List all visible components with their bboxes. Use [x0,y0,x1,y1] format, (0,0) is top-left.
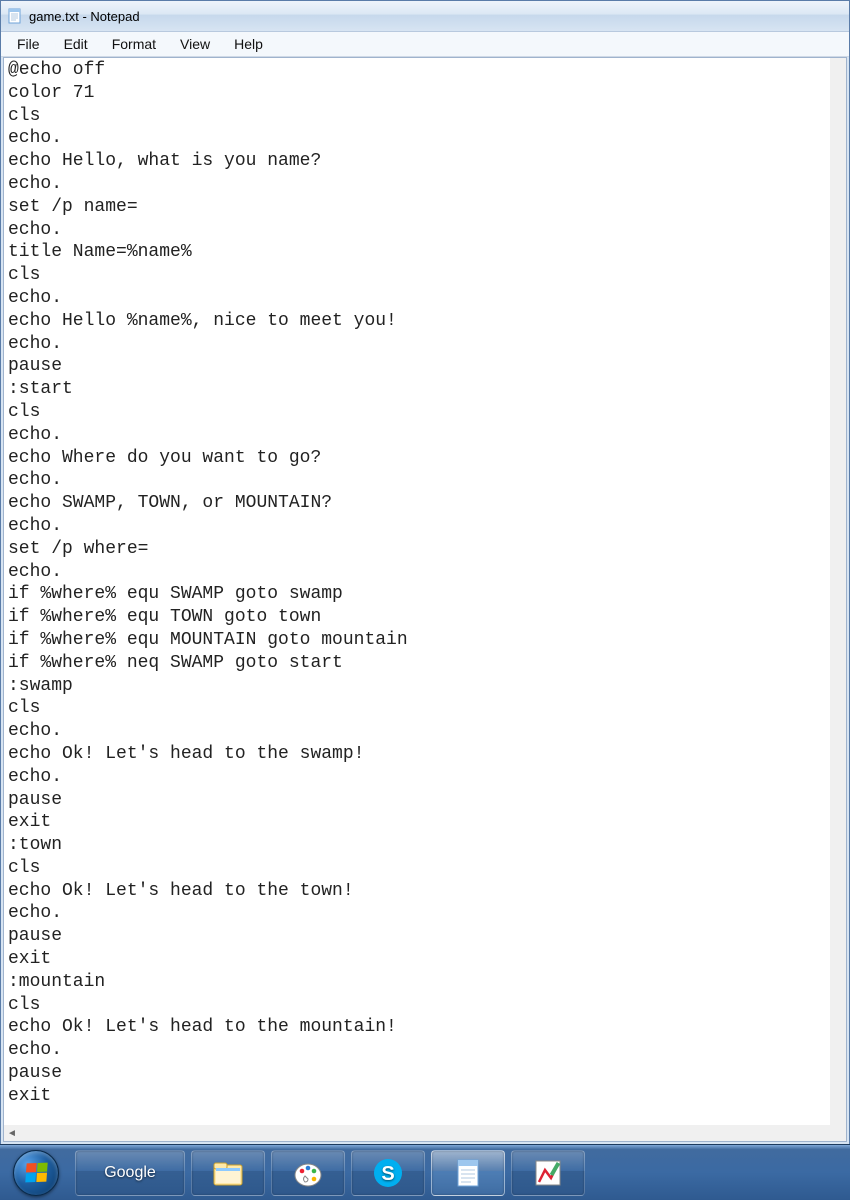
titlebar[interactable]: game.txt - Notepad [1,1,849,32]
start-button[interactable] [0,1145,72,1200]
notepad-taskbar-icon [451,1156,485,1190]
taskbar-item-skype[interactable]: S [351,1150,425,1196]
menu-format[interactable]: Format [100,34,168,54]
horizontal-scrollbar[interactable]: ◄ [4,1125,830,1141]
skype-icon: S [371,1156,405,1190]
notepad-icon [7,8,23,24]
file-explorer-icon [211,1156,245,1190]
notepad-window: game.txt - Notepad File Edit Format View… [0,0,850,1145]
menu-file[interactable]: File [5,34,52,54]
taskbar-item-notepad[interactable] [431,1150,505,1196]
window-title: game.txt - Notepad [29,9,140,24]
mspaint-icon [531,1156,565,1190]
windows-flag-icon [25,1163,47,1183]
taskbar-item-google[interactable]: Google [75,1150,185,1196]
scroll-corner [830,1125,846,1141]
svg-text:S: S [381,1163,394,1185]
taskbar-item-mspaint[interactable] [511,1150,585,1196]
menu-view[interactable]: View [168,34,222,54]
taskbar: Google S [0,1144,850,1200]
menubar: File Edit Format View Help [1,32,849,57]
menu-edit[interactable]: Edit [52,34,100,54]
palette-icon [291,1156,325,1190]
taskbar-item-paint-app[interactable] [271,1150,345,1196]
taskbar-label-google: Google [104,1164,156,1182]
menu-help[interactable]: Help [222,34,275,54]
editor-area: @echo off color 71 cls echo. echo Hello,… [3,57,847,1142]
windows-orb-icon [13,1150,59,1196]
vertical-scrollbar[interactable] [830,58,846,1125]
text-editor[interactable]: @echo off color 71 cls echo. echo Hello,… [4,58,830,1125]
scroll-left-icon[interactable]: ◄ [4,1125,20,1141]
taskbar-item-explorer[interactable] [191,1150,265,1196]
